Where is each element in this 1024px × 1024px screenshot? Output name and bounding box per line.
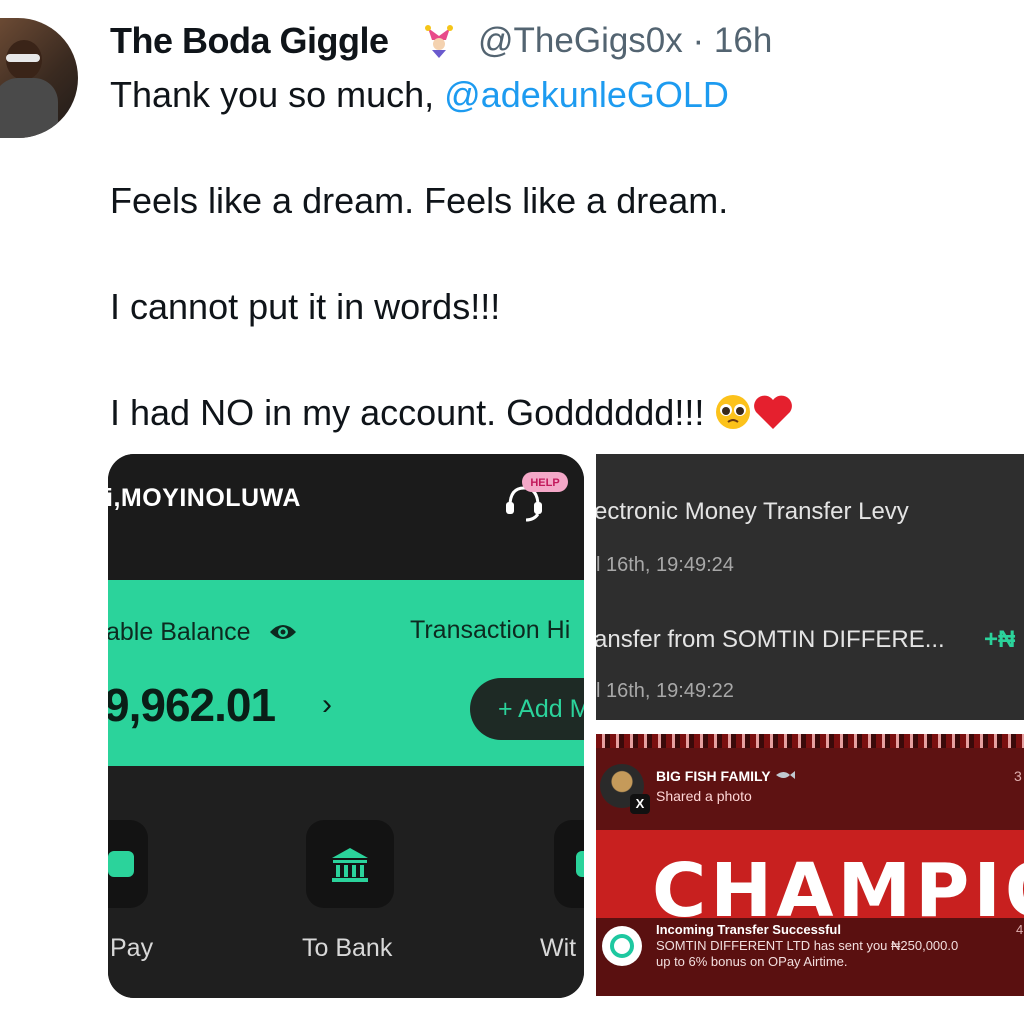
notification-title: BIG FISH FAMILY xyxy=(656,768,796,784)
withdraw-action-label[interactable]: Wit xyxy=(540,934,576,963)
handle-and-time[interactable]: @TheGigs0x · 16h xyxy=(478,21,772,61)
crowd-photo-strip xyxy=(596,734,1024,748)
pleading-face-emoji xyxy=(716,395,751,429)
to-bank-action-label[interactable]: To Bank xyxy=(302,934,392,963)
tweet-line-1: Thank you so much, @adekunleGOLD xyxy=(110,74,729,116)
pay-action-tile[interactable] xyxy=(108,820,148,908)
opay-logo-icon xyxy=(602,926,642,966)
red-heart-emoji xyxy=(754,395,793,429)
separator: · xyxy=(692,21,705,60)
pay-icon xyxy=(108,851,134,877)
quick-actions: Pay To Bank Wit xyxy=(108,766,584,998)
pay-action-label[interactable]: Pay xyxy=(110,934,153,963)
balance-card: able Balance Transaction Hi 9,962.01 › +… xyxy=(108,580,584,766)
transfer-notification-title: Incoming Transfer Successful xyxy=(656,922,841,937)
transfer-notification-time: 4 xyxy=(1016,922,1024,937)
tweet-text-prefix: Thank you so much, xyxy=(110,74,445,115)
opay-header: i,MOYINOLUWA HELP xyxy=(108,454,584,580)
transaction-time: l 16th, 19:49:22 xyxy=(596,680,734,702)
transfer-notification-bonus: up to 6% bonus on OPay Airtime. xyxy=(656,954,848,969)
greeting-name: i,MOYINOLUWA xyxy=(108,484,301,512)
handle[interactable]: @TheGigs0x xyxy=(478,21,683,60)
balance-chevron-icon[interactable]: › xyxy=(322,688,332,722)
withdraw-action-tile[interactable] xyxy=(554,820,584,908)
transaction-amount: +₦ xyxy=(984,626,1016,653)
jester-badge-icon xyxy=(425,25,453,58)
withdraw-icon xyxy=(576,851,584,877)
avatar[interactable] xyxy=(0,18,78,138)
balance-amount: 9,962.01 xyxy=(108,679,276,731)
notifications-screenshot[interactable]: X BIG FISH FAMILY Shared a photo 3 CHAMP… xyxy=(596,734,1024,996)
help-headset-icon[interactable]: HELP xyxy=(500,470,570,526)
transfer-notification[interactable]: Incoming Transfer Successful SOMTIN DIFF… xyxy=(596,918,1024,996)
to-bank-action-tile[interactable] xyxy=(306,820,394,908)
transaction-history-link[interactable]: Transaction Hi xyxy=(410,616,570,645)
transaction-title: ansfer from SOMTIN DIFFERE... xyxy=(596,626,945,653)
notification-title-text: BIG FISH FAMILY xyxy=(656,768,771,784)
social-notification[interactable]: X BIG FISH FAMILY Shared a photo 3 xyxy=(596,748,1024,830)
transfer-notification-body: SOMTIN DIFFERENT LTD has sent you ₦250,0… xyxy=(656,938,959,953)
tweet-line-2: Feels like a dream. Feels like a dream. xyxy=(110,180,729,221)
champion-banner-photo: CHAMPIO xyxy=(596,830,1024,926)
help-label: HELP xyxy=(530,477,559,489)
transactions-screenshot[interactable]: ectronic Money Transfer Levy l 16th, 19:… xyxy=(596,454,1024,720)
notification-subtitle: Shared a photo xyxy=(656,788,752,804)
notification-time: 3 xyxy=(1014,768,1022,784)
transaction-time: l 16th, 19:49:24 xyxy=(596,554,734,576)
tweet-line-4-text: I had NO in my account. Godddddd!!! xyxy=(110,392,705,433)
mention-link[interactable]: @adekunleGOLD xyxy=(444,74,729,115)
available-balance-label: able Balance xyxy=(108,618,251,646)
opay-screenshot[interactable]: i,MOYINOLUWA HELP able Balance Transacti… xyxy=(108,454,584,998)
transaction-title: ectronic Money Transfer Levy xyxy=(596,498,909,525)
eye-icon[interactable] xyxy=(268,620,298,644)
author-name[interactable]: The Boda Giggle xyxy=(110,20,389,62)
timestamp[interactable]: 16h xyxy=(714,21,772,60)
fish-icon xyxy=(776,771,796,779)
tweet-line-4: I had NO in my account. Godddddd!!! xyxy=(110,392,794,434)
add-money-button[interactable]: + Add M xyxy=(470,678,584,740)
bank-icon xyxy=(332,848,368,882)
x-logo-icon: X xyxy=(630,794,650,814)
banner-text: CHAMPIO xyxy=(652,848,1024,926)
tweet-line-3: I cannot put it in words!!! xyxy=(110,286,501,327)
